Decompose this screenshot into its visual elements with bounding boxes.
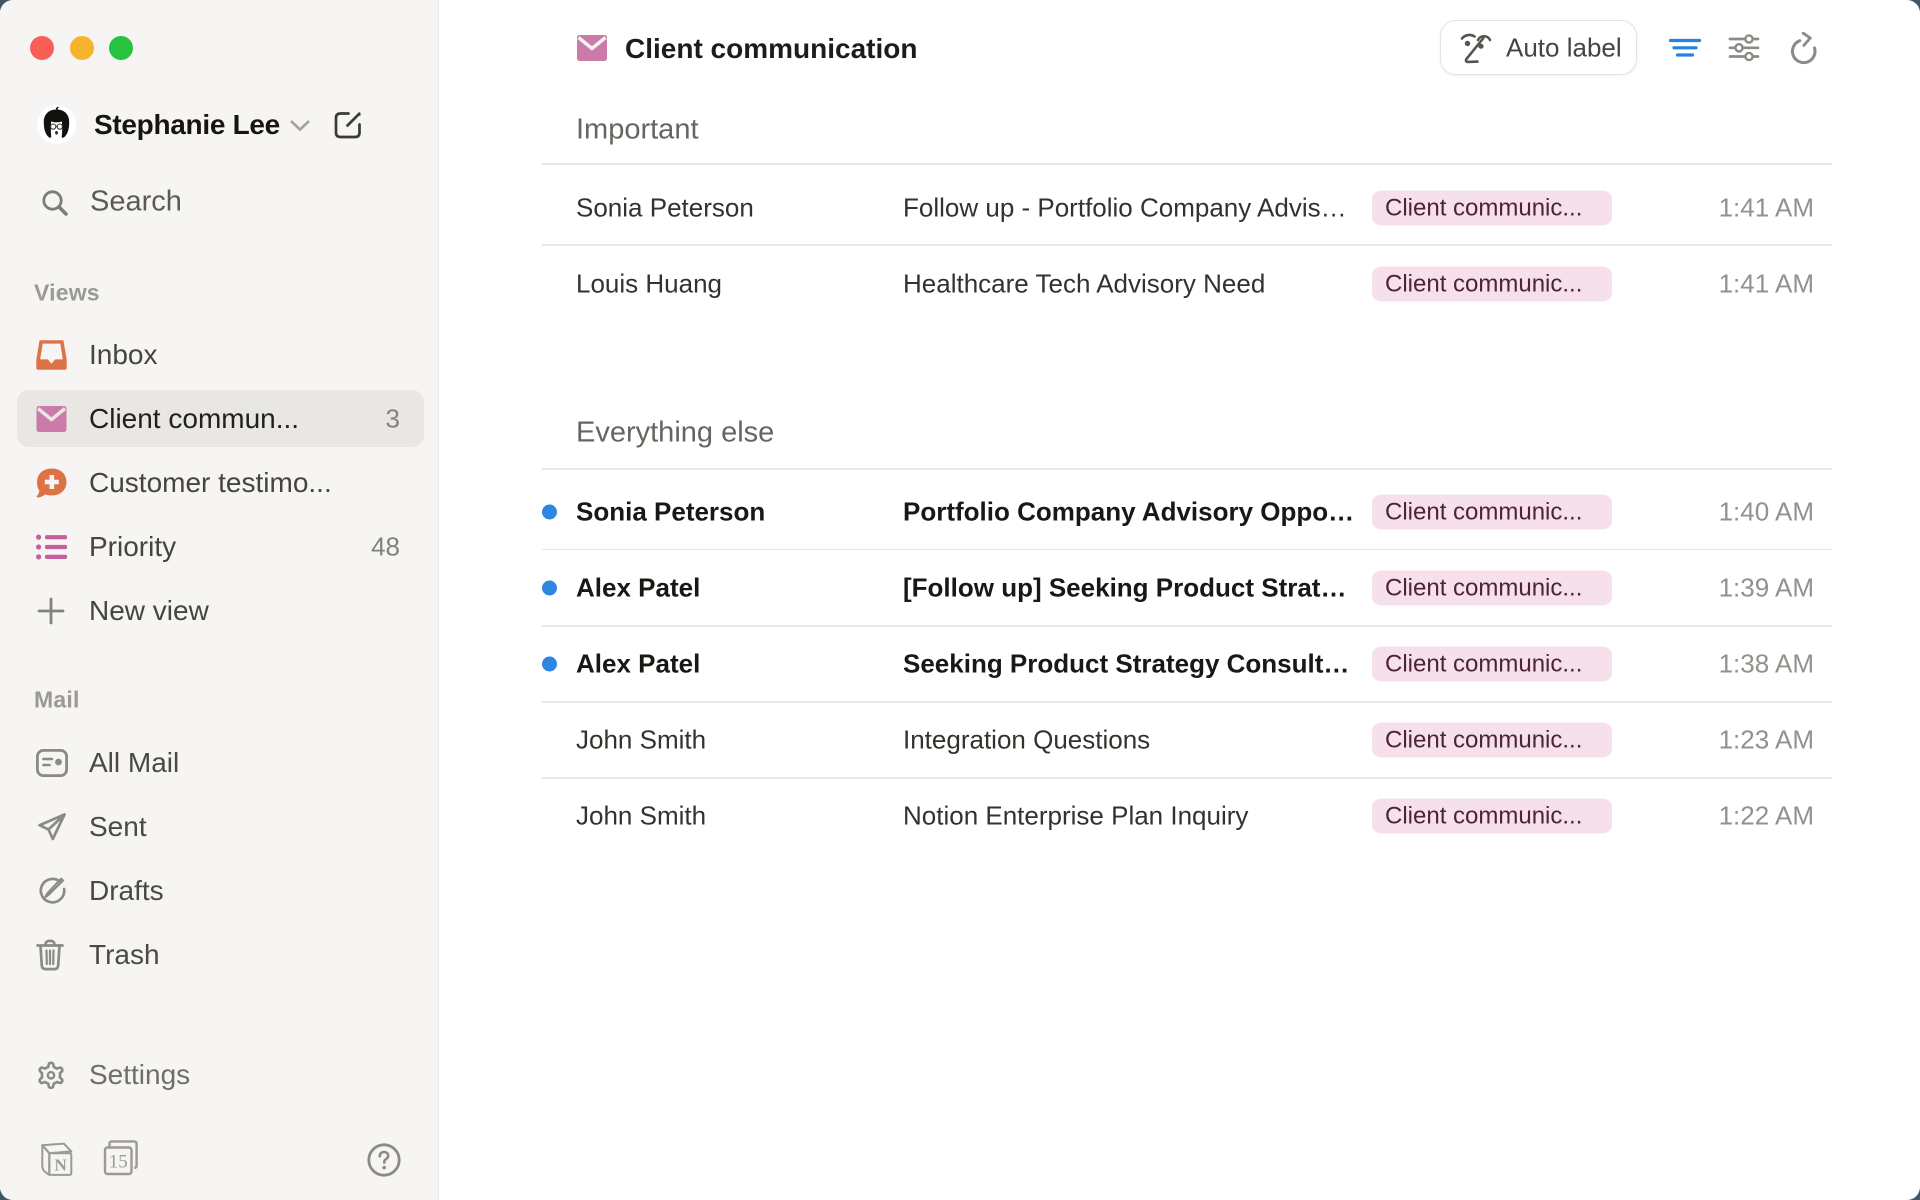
svg-text:15: 15 bbox=[109, 1152, 128, 1173]
svg-text:N: N bbox=[54, 1156, 67, 1175]
